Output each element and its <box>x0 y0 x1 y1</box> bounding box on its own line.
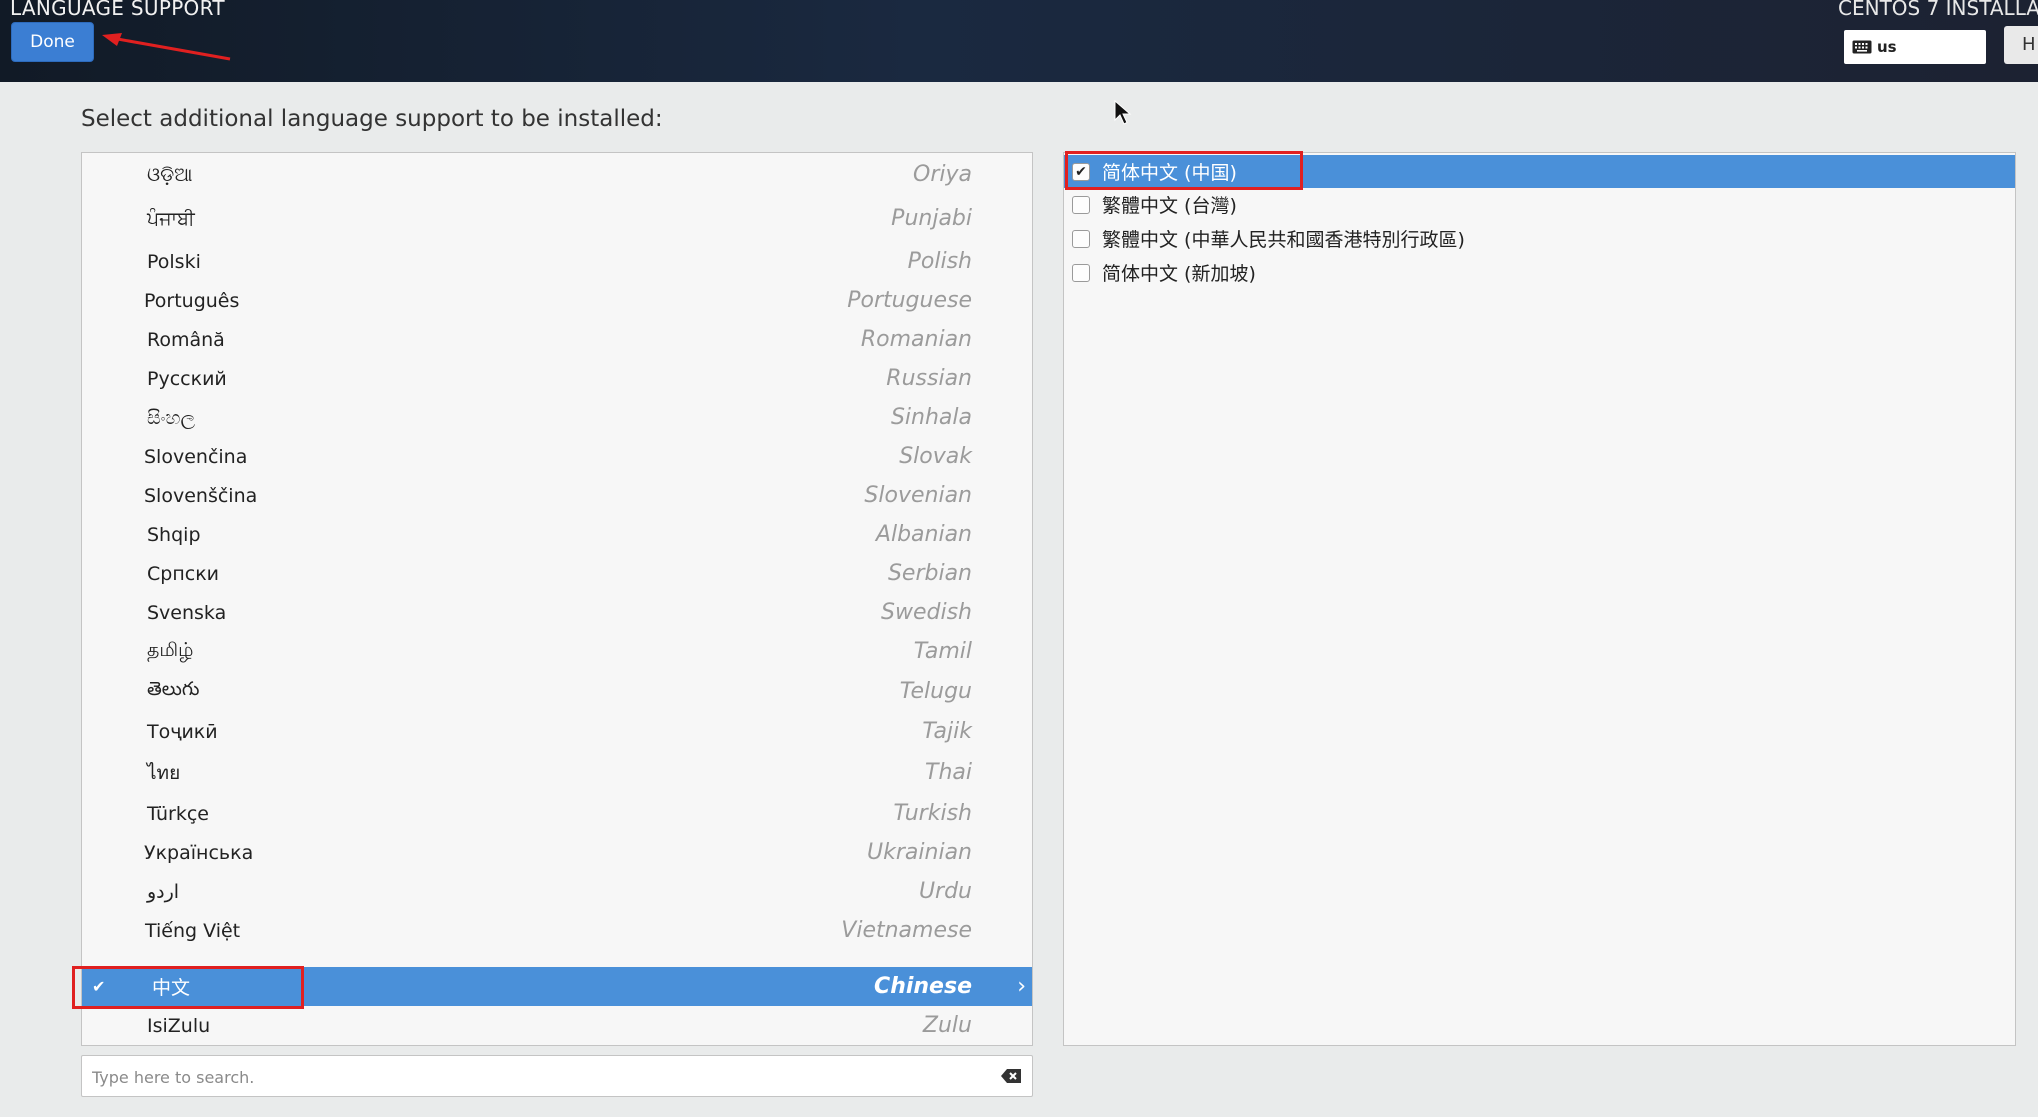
language-native-name: IsiZulu <box>147 1014 211 1037</box>
language-row[interactable]: Shqip Albanian <box>82 515 1032 554</box>
locale-row[interactable]: 简体中文 (新加坡) <box>1064 256 2015 289</box>
language-row[interactable]: Тоҷикӣ Tajik <box>82 712 1032 751</box>
language-english-name: Slovenian <box>864 483 972 508</box>
language-english-name: Ukrainian <box>867 840 972 865</box>
language-english-name: Thai <box>925 760 972 785</box>
locale-checkbox[interactable] <box>1072 263 1090 282</box>
keyboard-layout-label: us <box>1877 38 1897 56</box>
language-row[interactable]: IsiZulu Zulu <box>82 1006 1032 1045</box>
page-title: LANGUAGE SUPPORT <box>10 0 225 20</box>
language-native-name: Тоҷикӣ <box>147 720 218 743</box>
help-button[interactable]: H <box>2004 26 2038 64</box>
language-english-name: Tamil <box>913 639 972 664</box>
language-native-name: Українська <box>144 841 254 864</box>
locale-label: 繁體中文 (中華人民共和國香港特別行政區) <box>1102 229 1465 251</box>
language-row[interactable]: Українська Ukrainian <box>82 833 1032 872</box>
language-english-name: Russian <box>886 366 972 391</box>
language-native-name: தமிழ் <box>147 639 194 661</box>
language-list[interactable]: ଓଡ଼ିଆ Oriya ਪੰਜਾਬੀ Punjabi Polski Polish… <box>81 152 1033 1046</box>
language-native-name: Română <box>147 328 225 351</box>
language-native-name: తెలుగు <box>147 678 200 700</box>
language-native-name: Русский <box>147 367 227 390</box>
instruction-text: Select additional language support to be… <box>81 106 663 132</box>
chevron-right-icon: › <box>1017 974 1026 999</box>
top-bar: LANGUAGE SUPPORT Done CENTOS 7 INSTALLA … <box>0 0 2038 82</box>
clear-search-icon[interactable] <box>1000 1068 1022 1084</box>
language-native-name: ไทย <box>147 761 181 784</box>
language-native-name: Português <box>144 289 240 312</box>
language-english-name: Sinhala <box>890 405 972 430</box>
language-row[interactable]: Türkçe Turkish <box>82 794 1032 833</box>
language-row[interactable]: සිංහල Sinhala <box>82 398 1032 437</box>
language-english-name: Serbian <box>887 561 972 586</box>
language-english-name: Vietnamese <box>841 918 972 943</box>
locale-row[interactable]: 繁體中文 (中華人民共和國香港特別行政區) <box>1064 222 2015 255</box>
highlight-box-selected-language <box>72 966 304 1009</box>
language-native-name: اردو <box>147 880 180 903</box>
language-english-name: Romanian <box>860 327 972 352</box>
language-english-name: Polish <box>907 249 972 274</box>
language-english-name: Telugu <box>899 679 972 704</box>
locale-list[interactable]: ✔ 简体中文 (中国) 繁體中文 (台灣) 繁體中文 (中華人民共和國香港特別行… <box>1063 152 2016 1046</box>
language-native-name: ਪੰਜਾਬੀ <box>147 207 195 230</box>
language-native-name: Polski <box>147 250 201 273</box>
keyboard-icon <box>1852 40 1872 54</box>
language-row[interactable]: ਪੰਜਾਬੀ Punjabi <box>82 199 1032 238</box>
language-row[interactable]: Slovenščina Slovenian <box>82 476 1032 515</box>
language-native-name: Tiếng Việt <box>145 919 241 942</box>
product-title: CENTOS 7 INSTALLA <box>1838 0 2038 20</box>
language-row[interactable]: Svenska Swedish <box>82 593 1032 632</box>
mouse-cursor-icon <box>1114 100 1132 125</box>
language-row[interactable]: తెలుగు Telugu <box>82 672 1032 711</box>
language-english-name: Turkish <box>893 801 972 826</box>
annotation-arrow-icon <box>102 33 231 61</box>
language-native-name: සිංහල <box>147 406 195 429</box>
locale-checkbox[interactable] <box>1072 195 1090 214</box>
search-field[interactable] <box>81 1055 1033 1097</box>
language-english-name: Chinese <box>874 974 972 999</box>
language-english-name: Portuguese <box>847 288 972 313</box>
language-row[interactable]: اردو Urdu <box>82 872 1032 911</box>
language-native-name: Slovenčina <box>144 445 248 468</box>
highlight-box-selected-locale <box>1065 151 1303 190</box>
language-row[interactable]: Tiếng Việt Vietnamese <box>82 911 1032 950</box>
keyboard-layout-indicator[interactable]: us <box>1844 30 1986 64</box>
language-row[interactable]: ଓଡ଼ିଆ Oriya <box>82 155 1032 194</box>
language-english-name: Punjabi <box>891 206 972 231</box>
language-native-name: Svenska <box>147 601 227 624</box>
language-row[interactable]: Português Portuguese <box>82 281 1032 320</box>
language-row[interactable]: Српски Serbian <box>82 554 1032 593</box>
locale-row[interactable]: 繁體中文 (台灣) <box>1064 188 2015 221</box>
search-input[interactable] <box>90 1063 974 1091</box>
language-native-name: ଓଡ଼ିଆ <box>147 163 193 186</box>
language-row[interactable]: Polski Polish <box>82 242 1032 281</box>
language-row[interactable]: Română Romanian <box>82 320 1032 359</box>
language-english-name: Urdu <box>918 879 972 904</box>
language-row[interactable]: தமிழ் Tamil <box>82 632 1032 671</box>
language-row[interactable]: Русский Russian <box>82 359 1032 398</box>
language-english-name: Oriya <box>913 162 972 187</box>
done-button[interactable]: Done <box>11 22 94 62</box>
language-english-name: Zulu <box>922 1013 972 1038</box>
language-english-name: Tajik <box>922 719 972 744</box>
language-english-name: Albanian <box>875 522 972 547</box>
language-row[interactable]: Slovenčina Slovak <box>82 437 1032 476</box>
locale-label: 繁體中文 (台灣) <box>1102 195 1237 217</box>
locale-checkbox[interactable] <box>1072 229 1090 248</box>
language-native-name: Српски <box>147 562 220 585</box>
language-english-name: Swedish <box>881 600 972 625</box>
language-english-name: Slovak <box>899 444 972 469</box>
locale-label: 简体中文 (新加坡) <box>1102 263 1256 285</box>
language-native-name: Shqip <box>147 523 201 546</box>
language-native-name: Slovenščina <box>144 484 258 507</box>
language-native-name: Türkçe <box>147 802 209 825</box>
language-row[interactable]: ไทย Thai <box>82 753 1032 792</box>
